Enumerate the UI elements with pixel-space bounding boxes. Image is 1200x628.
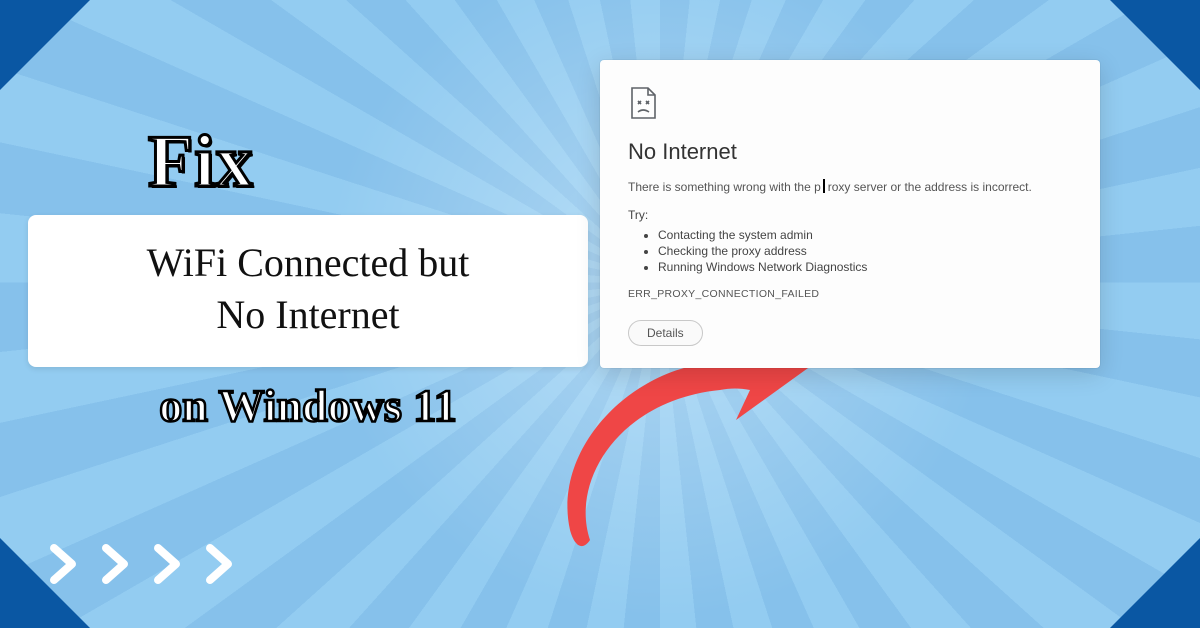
text-cursor-icon <box>821 179 828 193</box>
error-description-part1: There is something wrong with the p <box>628 180 821 194</box>
error-suggestion-link[interactable]: Checking the proxy address <box>658 244 1072 258</box>
error-try-label: Try: <box>628 208 1072 222</box>
headline-block: Fix WiFi Connected but No Internet on Wi… <box>28 120 588 432</box>
headline-line-2: No Internet <box>58 289 558 341</box>
details-button[interactable]: Details <box>628 320 703 346</box>
chevron-row <box>40 540 244 588</box>
error-description: There is something wrong with the p roxy … <box>628 179 1072 194</box>
chevron-right-icon <box>144 540 192 588</box>
error-suggestion-link[interactable]: Running Windows Network Diagnostics <box>658 260 1072 274</box>
chevron-right-icon <box>40 540 88 588</box>
headline-fix-word: Fix <box>148 120 588 205</box>
headline-line-1: WiFi Connected but <box>58 237 558 289</box>
headline-on-windows: on Windows 11 <box>28 379 588 432</box>
corner-triangle-top-left <box>0 0 90 90</box>
error-code: ERR_PROXY_CONNECTION_FAILED <box>628 288 1072 300</box>
chevron-right-icon <box>196 540 244 588</box>
chevron-right-icon <box>92 540 140 588</box>
sad-document-icon <box>628 86 658 120</box>
error-suggestion-list: Contacting the system admin Checking the… <box>658 228 1072 274</box>
corner-triangle-bottom-right <box>1110 538 1200 628</box>
error-suggestion-item: Contacting the system admin <box>658 228 1072 242</box>
error-title: No Internet <box>628 139 1072 165</box>
browser-error-page: No Internet There is something wrong wit… <box>600 60 1100 368</box>
headline-title-box: WiFi Connected but No Internet <box>28 215 588 367</box>
corner-triangle-top-right <box>1110 0 1200 90</box>
error-description-part2: roxy server or the address is incorrect. <box>828 180 1032 194</box>
